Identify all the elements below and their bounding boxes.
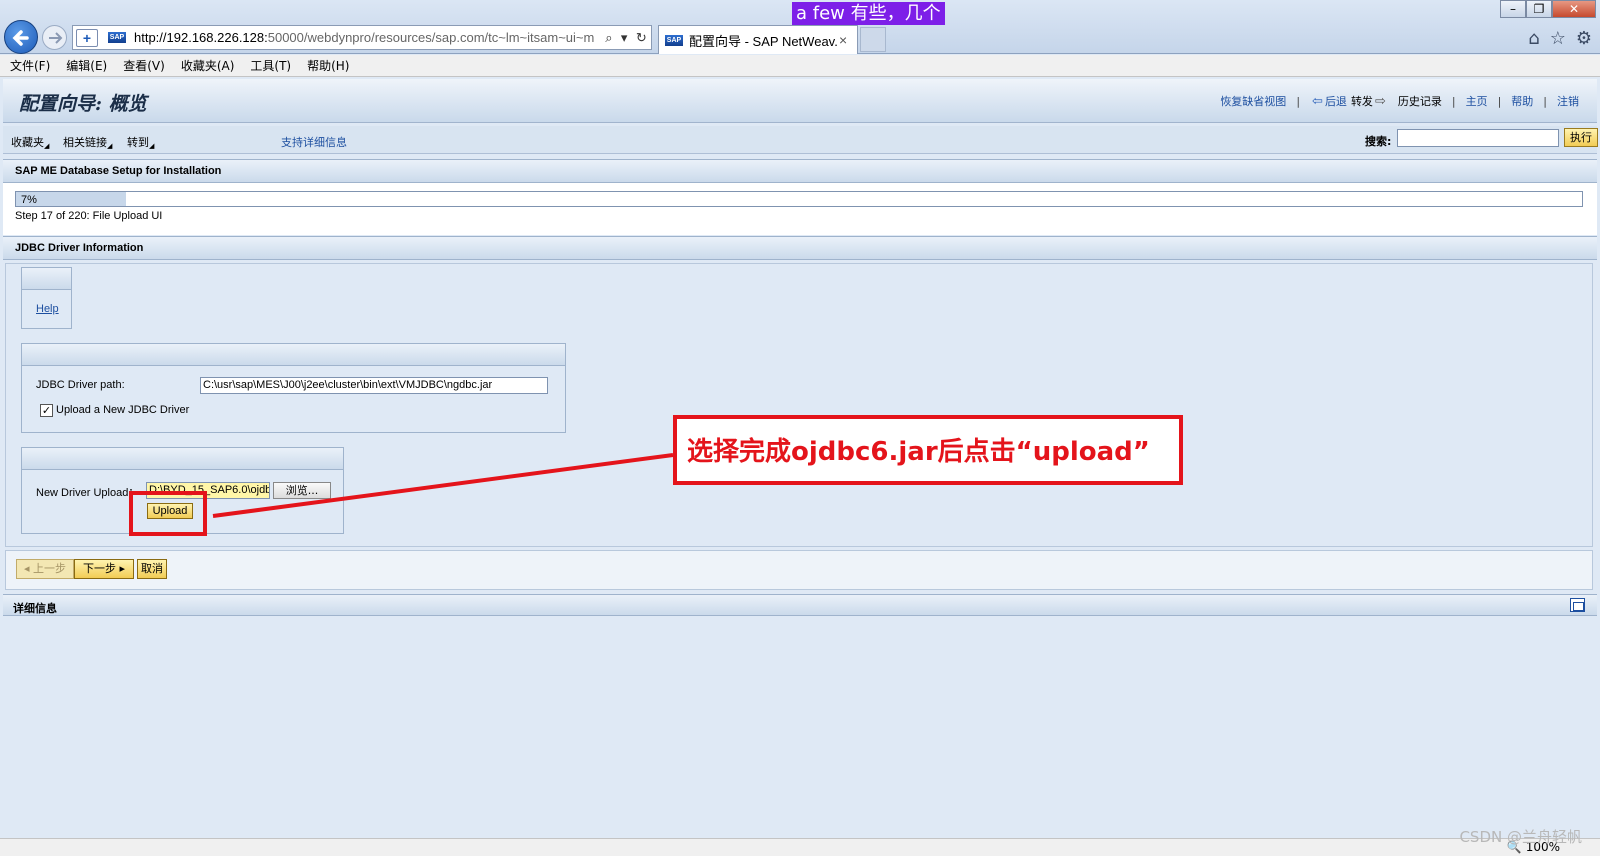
annotation-highlight-box <box>129 491 207 536</box>
annotation-callout: 选择完成ojdbc6.jar后点击“upload” <box>673 415 1183 485</box>
annotation-text: 选择完成ojdbc6.jar后点击“upload” <box>687 437 1150 467</box>
